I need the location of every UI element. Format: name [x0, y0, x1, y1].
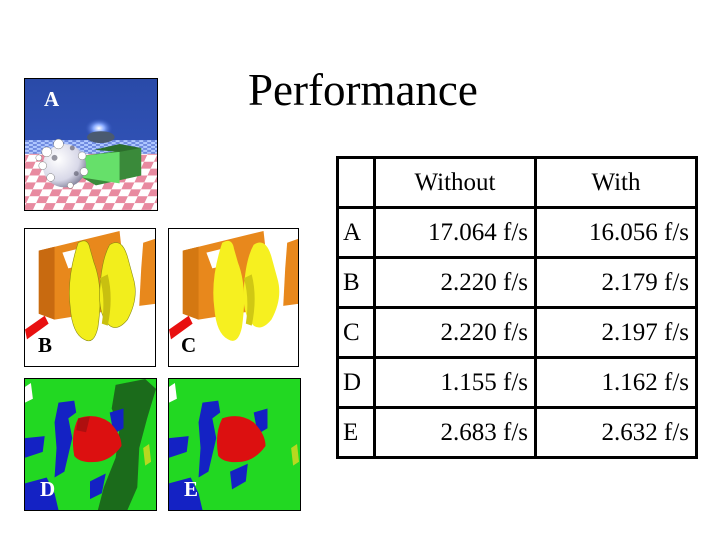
thumbnail-d: D [24, 378, 157, 511]
value-without: 2.220 f/s [373, 256, 537, 309]
row-label: A [336, 206, 376, 259]
header-with: With [534, 156, 698, 209]
row-label: B [336, 256, 376, 309]
value-with: 2.197 f/s [534, 306, 698, 359]
thumbnail-e: E [168, 378, 301, 511]
thumbnail-a: A [24, 78, 158, 211]
header-without: Without [373, 156, 537, 209]
table-header-row: Without With [336, 156, 698, 209]
value-without: 1.155 f/s [373, 356, 537, 409]
value-with: 2.632 f/s [534, 406, 698, 459]
table-row: B 2.220 f/s 2.179 f/s [336, 256, 698, 309]
value-without: 2.220 f/s [373, 306, 537, 359]
table-row: E 2.683 f/s 2.632 f/s [336, 406, 698, 459]
thumbnail-c: C [168, 228, 299, 367]
value-without: 17.064 f/s [373, 206, 537, 259]
thumbnail-b: B [24, 228, 156, 367]
header-corner [336, 156, 376, 209]
slide-title: Performance [248, 65, 478, 115]
thumbnail-label-c: C [181, 333, 197, 357]
thumbnail-label-a: A [44, 87, 60, 111]
row-label: C [336, 306, 376, 359]
table-row: C 2.220 f/s 2.197 f/s [336, 306, 698, 359]
thumbnail-label-d: D [40, 477, 56, 501]
table-row: A 17.064 f/s 16.056 f/s [336, 206, 698, 259]
value-without: 2.683 f/s [373, 406, 537, 459]
value-with: 16.056 f/s [534, 206, 698, 259]
thumbnail-label-b: B [38, 333, 53, 357]
value-with: 2.179 f/s [534, 256, 698, 309]
row-label: E [336, 406, 376, 459]
value-with: 1.162 f/s [534, 356, 698, 409]
row-label: D [336, 356, 376, 409]
thumbnail-label-e: E [184, 477, 199, 501]
table-row: D 1.155 f/s 1.162 f/s [336, 356, 698, 409]
performance-table: Without With A 17.064 f/s 16.056 f/s B 2… [336, 156, 698, 459]
